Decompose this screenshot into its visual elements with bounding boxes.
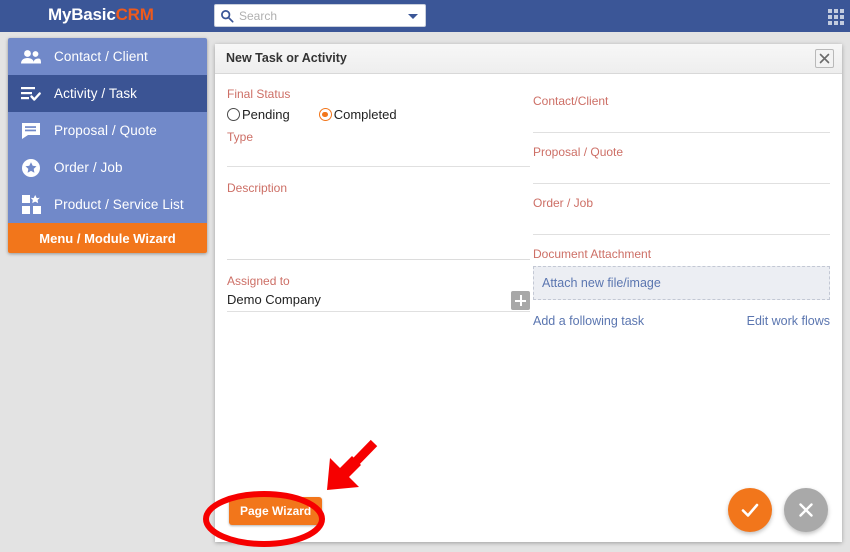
confirm-button[interactable] [728, 488, 772, 532]
sidebar-item-activity-task[interactable]: Activity / Task [8, 75, 207, 112]
radio-completed[interactable]: Completed [318, 107, 397, 122]
workflow-links-row: Add a following task Edit work flows [533, 314, 830, 328]
assigned-to-value: Demo Company [227, 292, 321, 307]
plus-icon[interactable] [511, 291, 530, 310]
radio-pending[interactable]: Pending [227, 107, 290, 122]
sidebar-item-label: Proposal / Quote [54, 123, 157, 138]
order-job-input[interactable] [533, 212, 830, 235]
description-label: Description [227, 181, 288, 195]
attach-file-dropzone[interactable]: Attach new file/image [533, 266, 830, 300]
menu-module-wizard-label: Menu / Module Wizard [39, 230, 176, 246]
document-attachment-label: Document Attachment [533, 247, 652, 261]
sidebar-item-label: Product / Service List [54, 197, 184, 212]
top-bar: MyBasicCRM [0, 0, 850, 32]
assigned-to-row[interactable]: Demo Company [227, 290, 530, 312]
search-icon [221, 10, 234, 23]
logo-text-primary: MyBasic [48, 5, 116, 24]
form-left-column: Final Status Pending Completed Type Desc… [227, 86, 530, 312]
final-status-field: Final Status Pending Completed [227, 86, 530, 125]
people-icon [8, 49, 54, 65]
page-title: New Task or Activity [226, 51, 347, 65]
app-root: MyBasicCRM Contact / C [0, 0, 850, 552]
edit-work-flows-link[interactable]: Edit work flows [747, 314, 830, 328]
menu-module-wizard-button[interactable]: Menu / Module Wizard [8, 223, 207, 253]
products-grid-icon [8, 195, 54, 214]
sidebar-nav: Contact / Client Activity / Task Proposa… [8, 38, 207, 253]
form-right-column: Contact/Client Proposal / Quote Order / … [533, 86, 830, 328]
close-icon[interactable] [815, 49, 834, 68]
contact-client-label: Contact/Client [533, 94, 609, 108]
speech-bubble-icon [8, 122, 54, 140]
add-following-task-link[interactable]: Add a following task [533, 314, 644, 328]
document-attachment-field: Document Attachment Attach new file/imag… [533, 246, 830, 300]
proposal-quote-input[interactable] [533, 161, 830, 184]
final-status-radio-group: Pending Completed [227, 104, 530, 125]
type-label: Type [227, 130, 254, 144]
search-input[interactable] [239, 5, 403, 26]
sidebar-item-contact-client[interactable]: Contact / Client [8, 38, 207, 75]
assigned-to-field: Assigned to Demo Company [227, 273, 530, 312]
cancel-button[interactable] [784, 488, 828, 532]
check-icon [741, 503, 759, 517]
close-x-icon [799, 503, 813, 517]
type-input[interactable] [227, 146, 530, 167]
page-wizard-button[interactable]: Page Wizard [229, 497, 323, 525]
proposal-quote-label: Proposal / Quote [533, 145, 624, 159]
grid-apps-icon[interactable] [828, 9, 844, 25]
sidebar-item-label: Activity / Task [54, 86, 138, 101]
search-dropdown-caret-icon[interactable] [408, 14, 418, 19]
star-circle-icon [8, 158, 54, 178]
description-field[interactable]: Description [227, 180, 530, 260]
radio-pending-label: Pending [242, 107, 290, 122]
radio-completed-label: Completed [333, 107, 397, 122]
proposal-quote-field[interactable]: Proposal / Quote [533, 144, 830, 184]
type-field[interactable]: Type [227, 129, 530, 167]
logo-text-accent: CRM [115, 5, 154, 24]
sidebar-item-label: Order / Job [54, 160, 123, 175]
assigned-to-label: Assigned to [227, 274, 290, 288]
app-logo: MyBasicCRM [48, 5, 154, 25]
new-task-panel: New Task or Activity Final Status Pendin… [215, 44, 842, 542]
sidebar-item-label: Contact / Client [54, 49, 148, 64]
panel-header: New Task or Activity [215, 44, 842, 74]
radio-pending-dot-icon [227, 108, 240, 121]
sidebar-item-order-job[interactable]: Order / Job [8, 149, 207, 186]
search-box[interactable] [214, 4, 426, 27]
radio-completed-dot-icon [318, 108, 332, 121]
order-job-field[interactable]: Order / Job [533, 195, 830, 235]
list-check-icon [8, 85, 54, 102]
attach-file-label: Attach new file/image [542, 276, 661, 290]
order-job-label: Order / Job [533, 196, 594, 210]
sidebar-item-proposal-quote[interactable]: Proposal / Quote [8, 112, 207, 149]
description-textarea[interactable] [227, 197, 530, 260]
contact-client-input[interactable] [533, 110, 830, 133]
final-status-label: Final Status [227, 87, 291, 101]
sidebar-item-product-service-list[interactable]: Product / Service List [8, 186, 207, 223]
contact-client-field[interactable]: Contact/Client [533, 93, 830, 133]
